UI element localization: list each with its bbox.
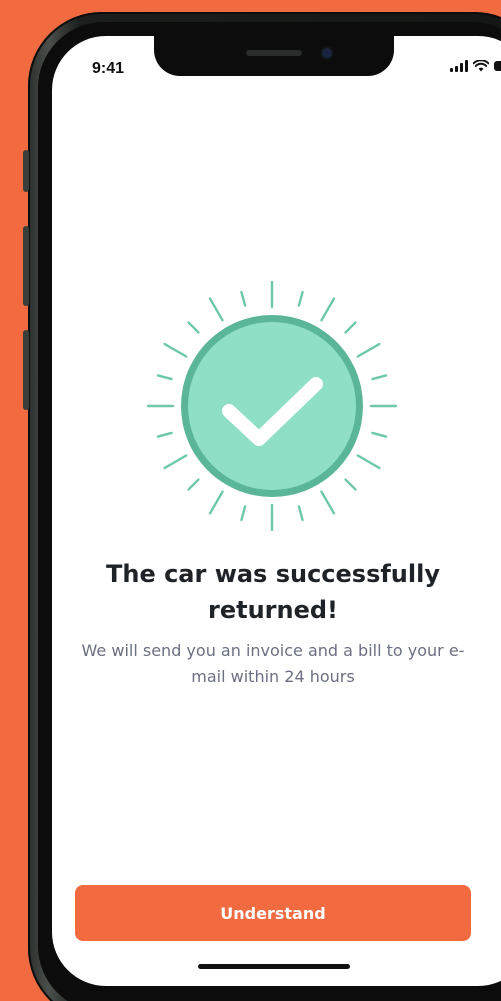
home-indicator [198, 964, 350, 969]
sun-ray [371, 374, 388, 381]
sun-ray [240, 290, 247, 307]
volume-down-button [23, 330, 29, 410]
sun-ray [208, 490, 224, 515]
notch [154, 36, 394, 76]
success-message: We will send you an invoice and a bill t… [81, 641, 465, 686]
check-circle-fill [188, 322, 356, 490]
success-illustration [147, 281, 397, 531]
sun-ray [356, 454, 381, 470]
status-time: 9:41 [92, 60, 125, 77]
sun-ray [187, 321, 200, 334]
sun-ray [156, 431, 173, 438]
sun-ray [163, 342, 188, 358]
understand-button[interactable]: Understand [75, 885, 471, 941]
sun-ray [320, 490, 336, 515]
sun-ray [297, 290, 304, 307]
sun-ray [163, 454, 188, 470]
device-mockup: 9:41 The car was successfully returned! … [0, 0, 501, 1001]
battery-icon [494, 61, 501, 71]
cellular-signal-icon [450, 60, 468, 72]
status-icons [450, 60, 501, 72]
sun-ray [320, 297, 336, 322]
sun-ray [356, 342, 381, 358]
front-camera [322, 48, 332, 58]
volume-up-button [23, 226, 29, 306]
success-title: The car was successfully returned! [105, 560, 440, 624]
earpiece-speaker [246, 50, 302, 56]
sun-ray [240, 505, 247, 522]
sun-ray [156, 374, 173, 381]
success-screen: 9:41 The car was successfully returned! … [52, 36, 501, 986]
wifi-icon [473, 60, 489, 72]
sun-ray [297, 505, 304, 522]
sun-ray [371, 431, 388, 438]
sun-ray [344, 478, 357, 491]
sun-ray [208, 297, 224, 322]
sun-ray [344, 321, 357, 334]
phone-screen: 9:41 The car was successfully returned! … [52, 36, 501, 986]
sun-ray [187, 478, 200, 491]
mute-switch [23, 150, 29, 192]
